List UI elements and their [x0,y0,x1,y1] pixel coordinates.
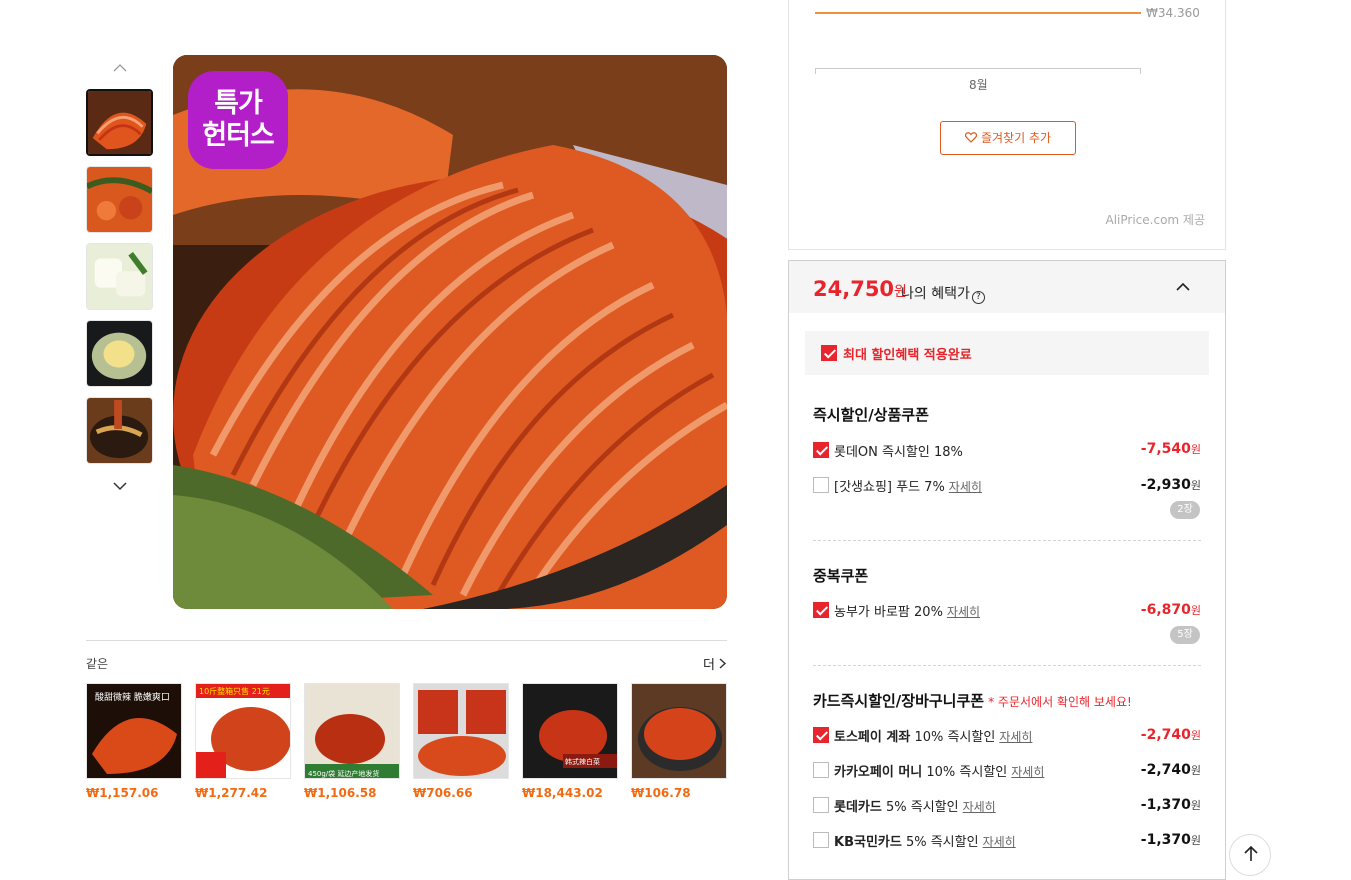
card-label: KB국민카드 5% 즉시할인 자세히 [834,835,1016,850]
coupon-checkbox[interactable] [813,602,829,618]
card-amount: -2,740원 [1140,727,1201,743]
coupon-checkbox[interactable] [813,477,829,493]
svg-text:10斤整箱只售 21元: 10斤整箱只售 21元 [199,686,270,696]
detail-link[interactable]: 자세히 [999,730,1032,744]
heart-icon [964,132,978,143]
price-history-axis [815,68,1141,74]
card-discount-title: 카드즉시할인/장바구니쿠폰 * 주문서에서 확인해 보세요! [813,692,1132,710]
price-history-value: ₩34.360 [1146,6,1200,20]
thumbnail-kimchi-radish-greens[interactable] [86,166,153,233]
benefit-price: 24,750원 [813,277,907,301]
special-price-badge: 특가 헌터스 [188,71,288,169]
detail-link[interactable]: 자세히 [1011,765,1044,779]
related-item[interactable]: 酸甜微辣 脆嫩爽口 ₩1,157.06 [86,683,182,800]
related-products: 酸甜微辣 脆嫩爽口 ₩1,157.06 10斤整箱只售 21元 ₩1,277.4… [86,683,727,800]
thumbnail-kimchi-noodle-dish[interactable] [86,397,153,464]
coupon-count-badge: 2장 [1170,501,1200,519]
related-item[interactable]: 450g/袋 延边产地发货 ₩1,106.58 [304,683,400,800]
coupon-count-badge: 5장 [1170,626,1200,644]
price-history-panel: ₩34.360 8월 즐겨찾기 추가 AliPrice.com 제공 [788,0,1226,250]
detail-link[interactable]: 자세히 [947,605,980,619]
related-item[interactable]: ₩106.78 [631,683,727,800]
benefit-label: 나의 혜택가? [901,283,985,304]
card-checkbox[interactable] [813,727,829,743]
scroll-top-button[interactable] [1229,834,1271,876]
card-checkbox[interactable] [813,832,829,848]
svg-text:韩式辣白菜: 韩式辣白菜 [565,757,600,766]
card-checkbox[interactable] [813,797,829,813]
add-favorite-button[interactable]: 즐겨찾기 추가 [940,121,1076,155]
card-amount: -2,740원 [1140,762,1201,778]
chevron-up-icon[interactable] [1173,277,1193,297]
related-item[interactable]: 10斤整箱只售 21元 ₩1,277.42 [195,683,291,800]
detail-link[interactable]: 자세히 [983,835,1016,849]
svg-text:450g/袋 延边产地发货: 450g/袋 延边产地发货 [308,769,379,778]
related-more-link[interactable]: 더 [703,654,727,673]
coupon-amount: -6,870원 [1140,602,1201,618]
thumbnail-cabbage-bowl[interactable] [86,320,153,387]
coupon-label: 농부가 바로팜 20% 자세히 [834,605,981,620]
thumbnail-up-icon[interactable] [108,58,132,78]
card-checkbox[interactable] [813,762,829,778]
instant-discount-title: 즉시할인/상품쿠폰 [813,406,929,424]
coupon-amount: -7,540원 [1140,441,1201,457]
coupon-checkbox[interactable] [813,442,829,458]
section-divider [813,665,1201,666]
thumbnail-kimchi-cabbage[interactable] [86,89,153,156]
coupon-label: [갓생쇼핑] 푸드 7% 자세히 [834,480,982,495]
card-label: 카카오페이 머니 10% 즉시할인 자세히 [834,765,1045,780]
main-product-image: 특가 헌터스 [173,55,727,609]
related-title: 같은 [86,657,109,671]
benefit-panel: 24,750원 나의 혜택가? 최대 할인혜택 적용완료 즉시할인/상품쿠폰 롯… [788,260,1226,880]
aliprice-credit: AliPrice.com 제공 [1105,213,1206,227]
card-amount: -1,370원 [1140,832,1201,848]
related-item[interactable]: 韩式辣白菜 ₩18,443.02 [522,683,618,800]
price-history-month: 8월 [969,78,988,92]
thumbnail-white-kimchi[interactable] [86,243,153,310]
svg-text:酸甜微辣 脆嫩爽口: 酸甜微辣 脆嫩爽口 [95,691,170,703]
card-label: 롯데카드 5% 즉시할인 자세히 [834,800,996,815]
thumbnail-list [86,89,154,474]
max-discount-checkbox[interactable] [821,345,837,361]
benefit-header[interactable]: 24,750원 나의 혜택가? [789,261,1225,313]
card-discount-note: * 주문서에서 확인해 보세요! [988,695,1132,709]
chevron-right-icon [719,658,727,669]
duplicate-coupon-title: 중복쿠폰 [813,567,869,585]
related-item[interactable]: ₩706.66 [413,683,509,800]
card-label: 토스페이 계좌 10% 즉시할인 자세히 [834,730,1033,745]
help-icon[interactable]: ? [971,291,985,304]
section-divider [86,640,727,641]
coupon-amount: -2,930원 [1140,477,1201,493]
section-divider [813,540,1201,541]
detail-link[interactable]: 자세히 [949,480,982,494]
coupon-label: 롯데ON 즉시할인 18% [834,445,963,460]
detail-link[interactable]: 자세히 [963,800,996,814]
max-discount-applied[interactable]: 최대 할인혜택 적용완료 [805,331,1209,375]
thumbnail-down-icon[interactable] [108,476,132,496]
card-amount: -1,370원 [1140,797,1201,813]
price-history-line [815,12,1141,14]
